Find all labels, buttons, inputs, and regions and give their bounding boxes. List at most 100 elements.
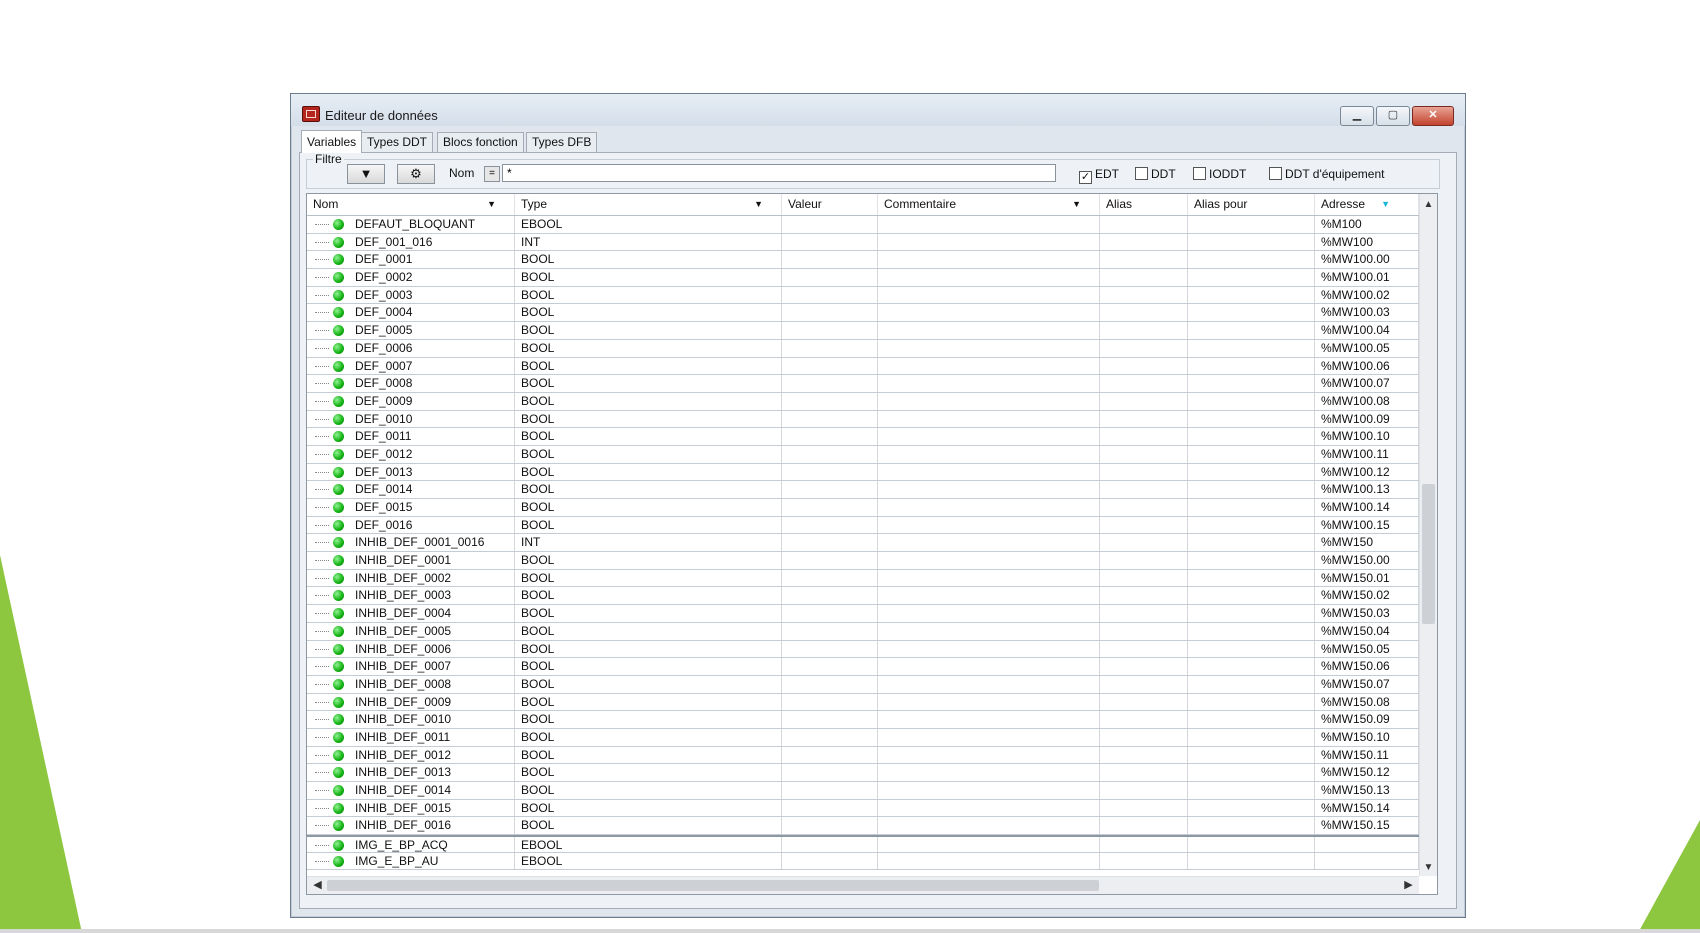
cell-alias[interactable] — [1100, 375, 1188, 392]
cell-commentaire[interactable] — [878, 445, 1100, 463]
equals-toggle[interactable]: = — [484, 166, 500, 182]
cell-alias-pour[interactable] — [1188, 251, 1315, 269]
cell-nom[interactable]: DEF_0015 — [307, 499, 515, 516]
tab-types-ddt[interactable]: Types DDT — [361, 132, 434, 152]
cell-alias-pour[interactable] — [1188, 445, 1315, 463]
cell-alias-pour[interactable] — [1188, 605, 1315, 622]
cell-commentaire[interactable] — [878, 569, 1100, 587]
cell-type[interactable]: BOOL — [515, 746, 782, 764]
cell-type[interactable]: EBOOL — [515, 852, 782, 870]
horizontal-scroll-thumb[interactable] — [327, 880, 1099, 891]
sort-arrow-icon[interactable]: ▼ — [1072, 194, 1081, 215]
cell-adresse[interactable]: %MW100.10 — [1315, 428, 1419, 445]
cell-type[interactable]: BOOL — [515, 392, 782, 410]
cell-adresse[interactable]: %MW150.08 — [1315, 693, 1419, 711]
cell-nom[interactable]: INHIB_DEF_0009 — [307, 693, 515, 711]
cell-commentaire[interactable] — [878, 516, 1100, 534]
cell-type[interactable]: BOOL — [515, 799, 782, 817]
cell-type[interactable]: BOOL — [515, 410, 782, 428]
cell-alias-pour[interactable] — [1188, 658, 1315, 675]
cell-valeur[interactable] — [782, 375, 878, 392]
scroll-down-icon[interactable]: ▼ — [1420, 859, 1437, 876]
table-row[interactable]: DEF_0016 BOOL %MW100.15 — [307, 516, 1419, 535]
cell-adresse[interactable]: %MW100.12 — [1315, 463, 1419, 481]
checkbox-ddt-equipement-box[interactable] — [1269, 167, 1282, 180]
cell-alias-pour[interactable] — [1188, 516, 1315, 534]
cell-nom[interactable]: DEF_001_016 — [307, 233, 515, 251]
cell-alias[interactable] — [1100, 782, 1188, 799]
horizontal-scrollbar[interactable]: ◀ ▶ — [307, 876, 1419, 894]
cell-type[interactable]: BOOL — [515, 640, 782, 658]
cell-nom[interactable]: IMG_E_BP_AU — [307, 852, 515, 870]
cell-alias-pour[interactable] — [1188, 463, 1315, 481]
cell-alias[interactable] — [1100, 481, 1188, 498]
cell-alias[interactable] — [1100, 499, 1188, 516]
cell-alias[interactable] — [1100, 357, 1188, 375]
cell-commentaire[interactable] — [878, 640, 1100, 658]
cell-adresse[interactable]: %MW100.02 — [1315, 286, 1419, 304]
cell-alias-pour[interactable] — [1188, 339, 1315, 357]
table-row[interactable]: DEF_0010 BOOL %MW100.09 — [307, 410, 1419, 429]
cell-type[interactable]: BOOL — [515, 587, 782, 605]
cell-alias-pour[interactable] — [1188, 410, 1315, 428]
cell-adresse[interactable]: %MW150.00 — [1315, 552, 1419, 569]
cell-alias-pour[interactable] — [1188, 693, 1315, 711]
cell-adresse[interactable]: %MW100.06 — [1315, 357, 1419, 375]
column-header-commentaire[interactable]: Commentaire ▼ — [878, 194, 1100, 215]
cell-adresse[interactable]: %MW150.06 — [1315, 658, 1419, 675]
cell-nom[interactable]: INHIB_DEF_0016 — [307, 817, 515, 835]
checkbox-ddt-box[interactable] — [1135, 167, 1148, 180]
cell-type[interactable]: BOOL — [515, 552, 782, 569]
cell-alias[interactable] — [1100, 587, 1188, 605]
cell-alias-pour[interactable] — [1188, 552, 1315, 569]
cell-nom[interactable]: INHIB_DEF_0001 — [307, 552, 515, 569]
table-row[interactable]: INHIB_DEF_0011 BOOL %MW150.10 — [307, 728, 1419, 747]
table-row[interactable]: INHIB_DEF_0010 BOOL %MW150.09 — [307, 711, 1419, 729]
table-row[interactable]: INHIB_DEF_0001 BOOL %MW150.00 — [307, 552, 1419, 570]
table-row[interactable]: DEF_0001 BOOL %MW100.00 — [307, 251, 1419, 270]
cell-type[interactable]: BOOL — [515, 817, 782, 835]
cell-adresse[interactable]: %MW100 — [1315, 233, 1419, 251]
cell-type[interactable]: BOOL — [515, 675, 782, 693]
cell-commentaire[interactable] — [878, 410, 1100, 428]
cell-type[interactable]: BOOL — [515, 711, 782, 728]
cell-commentaire[interactable] — [878, 764, 1100, 781]
cell-alias-pour[interactable] — [1188, 622, 1315, 640]
cell-commentaire[interactable] — [878, 269, 1100, 286]
cell-alias[interactable] — [1100, 552, 1188, 569]
cell-nom[interactable]: DEF_0009 — [307, 392, 515, 410]
table-row[interactable]: DEF_0009 BOOL %MW100.08 — [307, 392, 1419, 411]
cell-nom[interactable]: DEF_0014 — [307, 481, 515, 498]
cell-alias-pour[interactable] — [1188, 728, 1315, 746]
cell-valeur[interactable] — [782, 233, 878, 251]
cell-nom[interactable]: DEF_0011 — [307, 428, 515, 445]
sort-arrow-icon[interactable]: ▼ — [487, 194, 496, 215]
cell-valeur[interactable] — [782, 269, 878, 286]
cell-type[interactable]: BOOL — [515, 764, 782, 781]
cell-alias[interactable] — [1100, 392, 1188, 410]
table-row[interactable]: DEF_0002 BOOL %MW100.01 — [307, 269, 1419, 287]
checkbox-ddt[interactable]: DDT — [1135, 167, 1176, 181]
cell-alias[interactable] — [1100, 463, 1188, 481]
cell-alias-pour[interactable] — [1188, 269, 1315, 286]
cell-valeur[interactable] — [782, 286, 878, 304]
cell-valeur[interactable] — [782, 481, 878, 498]
checkbox-ddt-equipement[interactable]: DDT d'équipement — [1269, 167, 1384, 181]
cell-adresse[interactable]: %MW150.07 — [1315, 675, 1419, 693]
cell-type[interactable]: EBOOL — [515, 216, 782, 233]
column-header-alias[interactable]: Alias — [1100, 194, 1188, 215]
column-header-type[interactable]: Type ▼ — [515, 194, 782, 215]
cell-valeur[interactable] — [782, 799, 878, 817]
cell-type[interactable]: BOOL — [515, 251, 782, 269]
sort-arrow-icon[interactable]: ▼ — [754, 194, 763, 215]
cell-valeur[interactable] — [782, 499, 878, 516]
table-row[interactable]: IMG_E_BP_AU EBOOL — [307, 852, 1419, 871]
cell-adresse[interactable]: %MW150.09 — [1315, 711, 1419, 728]
cell-type[interactable]: BOOL — [515, 499, 782, 516]
cell-nom[interactable]: INHIB_DEF_0010 — [307, 711, 515, 728]
cell-valeur[interactable] — [782, 746, 878, 764]
cell-adresse[interactable]: %MW150.02 — [1315, 587, 1419, 605]
cell-alias-pour[interactable] — [1188, 640, 1315, 658]
cell-alias-pour[interactable] — [1188, 746, 1315, 764]
cell-adresse[interactable]: %MW150 — [1315, 534, 1419, 552]
